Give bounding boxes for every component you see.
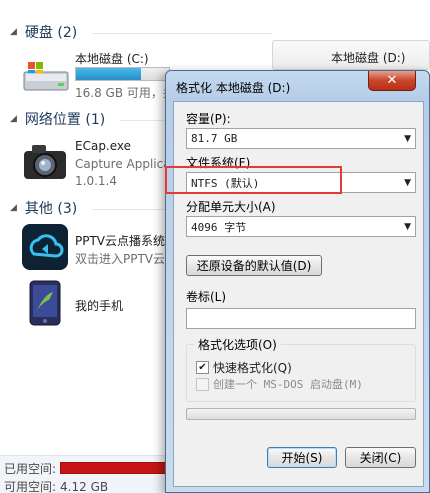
dialog-title: 格式化 本地磁盘 (D:) bbox=[176, 81, 291, 95]
start-button[interactable]: 开始(S) bbox=[267, 447, 337, 468]
dialog-body: 容量(P): 81.7 GB ▼ 文件系统(F) NTFS (默认) ▼ 分配单… bbox=[173, 101, 424, 487]
network-item-name[interactable]: ECap.exe bbox=[75, 139, 131, 153]
chevron-down-icon[interactable]: ▼ bbox=[404, 222, 411, 232]
filesystem-highlight-box bbox=[165, 166, 342, 194]
hard-drive-icon[interactable] bbox=[22, 60, 70, 94]
drive-c-capacity-bar bbox=[75, 67, 170, 81]
section-hard-disk[interactable]: ◢ 硬盘 (2) bbox=[10, 22, 77, 42]
close-button[interactable]: 关闭(C) bbox=[345, 447, 416, 468]
allocation-value: 4096 字节 bbox=[191, 220, 247, 234]
mobile-phone-icon[interactable] bbox=[28, 280, 62, 326]
pptv-cloud-icon[interactable] bbox=[22, 224, 68, 270]
free-space-row: 可用空间: 4.12 GB bbox=[4, 478, 108, 493]
msdos-startup-checkbox bbox=[196, 377, 209, 391]
network-item-version: 1.0.1.4 bbox=[75, 174, 117, 188]
chevron-down-icon[interactable]: ▼ bbox=[404, 134, 411, 144]
close-icon[interactable]: ✕ bbox=[368, 71, 416, 91]
format-options-legend: 格式化选项(O) bbox=[194, 336, 281, 353]
free-space-value: 4.12 GB bbox=[60, 479, 109, 493]
other-item-phone-name[interactable]: 我的手机 bbox=[75, 297, 123, 314]
drive-c-capacity-fill bbox=[76, 68, 142, 80]
allocation-combo[interactable]: 4096 字节 ▼ bbox=[186, 216, 416, 237]
restore-defaults-button[interactable]: 还原设备的默认值(D) bbox=[186, 255, 322, 276]
msdos-startup-option: 创建一个 MS-DOS 启动盘(M) bbox=[196, 376, 363, 392]
chevron-down-icon[interactable]: ▼ bbox=[404, 178, 411, 188]
section-network[interactable]: ◢ 网络位置 (1) bbox=[10, 109, 105, 129]
allocation-label: 分配单元大小(A) bbox=[186, 200, 276, 214]
collapse-triangle-icon[interactable]: ◢ bbox=[10, 203, 17, 213]
other-item-pptv-name[interactable]: PPTV云点播系统 bbox=[75, 232, 165, 249]
used-space-label: 已用空间: bbox=[4, 462, 57, 476]
section-hard-disk-label: 硬盘 (2) bbox=[24, 25, 78, 41]
section-divider bbox=[120, 120, 165, 121]
msdos-startup-label: 创建一个 MS-DOS 启动盘(M) bbox=[213, 378, 363, 391]
free-space-label: 可用空间: bbox=[4, 480, 57, 493]
drive-c-name[interactable]: 本地磁盘 (C:) bbox=[75, 50, 149, 67]
network-item-description: Capture Applica bbox=[75, 157, 171, 171]
section-other-label: 其他 (3) bbox=[24, 201, 78, 217]
collapse-triangle-icon[interactable]: ◢ bbox=[10, 27, 17, 37]
section-other[interactable]: ◢ 其他 (3) bbox=[10, 198, 77, 218]
collapse-triangle-icon[interactable]: ◢ bbox=[10, 114, 17, 124]
capacity-combo[interactable]: 81.7 GB ▼ bbox=[186, 128, 416, 149]
camera-icon[interactable] bbox=[22, 142, 68, 182]
used-space-bar bbox=[60, 462, 170, 474]
format-dialog: 格式化 本地磁盘 (D:) ✕ 容量(P): 81.7 GB ▼ 文件系统(F)… bbox=[165, 70, 430, 493]
drive-d-tile[interactable]: 本地磁盘 (D:) bbox=[272, 40, 430, 70]
drive-c-free-text: 16.8 GB 可用，共 bbox=[75, 86, 175, 100]
capacity-value: 81.7 GB bbox=[191, 132, 238, 145]
other-item-pptv-description: 双击进入PPTV云 bbox=[75, 252, 166, 266]
volume-label: 卷标(L) bbox=[186, 290, 227, 304]
capacity-label: 容量(P): bbox=[186, 112, 231, 126]
section-divider bbox=[92, 33, 272, 34]
section-divider bbox=[92, 209, 165, 210]
quick-format-option[interactable]: ✔ 快速格式化(Q) bbox=[196, 359, 292, 376]
format-progress-bar bbox=[186, 408, 416, 420]
section-network-label: 网络位置 (1) bbox=[24, 112, 106, 128]
drive-d-name: 本地磁盘 (D:) bbox=[331, 51, 406, 65]
quick-format-label: 快速格式化(Q) bbox=[213, 361, 292, 375]
quick-format-checkbox[interactable]: ✔ bbox=[196, 361, 209, 374]
volume-label-input[interactable] bbox=[186, 308, 416, 329]
